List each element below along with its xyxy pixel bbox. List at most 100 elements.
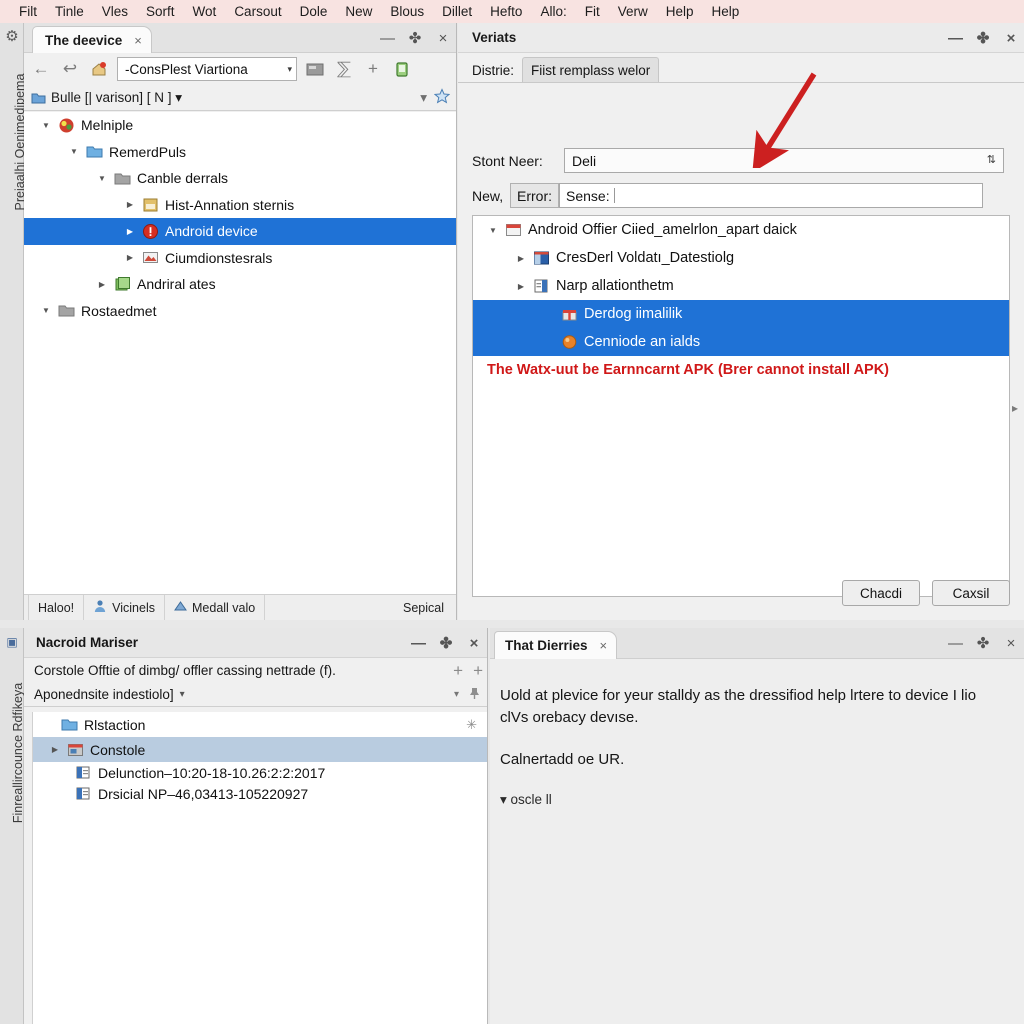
- status-cell-vicinels[interactable]: Vicinels: [84, 595, 165, 620]
- list-item[interactable]: ▶ Narp allationthetm: [473, 272, 1009, 300]
- twisty-right-icon[interactable]: ▶: [120, 200, 140, 209]
- tree-row-android-device[interactable]: ▶ Android device: [24, 218, 456, 245]
- close-icon[interactable]: ×: [436, 31, 450, 46]
- pin-icon[interactable]: ▣: [4, 634, 20, 650]
- twisty-right-icon[interactable]: ▶: [92, 280, 112, 289]
- twisty-down-icon[interactable]: ▼: [92, 174, 112, 183]
- tree-row[interactable]: ▼ Melniple: [24, 112, 456, 139]
- sense-input[interactable]: Sense:: [559, 183, 983, 208]
- star-icon[interactable]: [433, 88, 451, 107]
- tree-row[interactable]: ▼ Rostaedmet: [24, 298, 456, 325]
- pin-icon[interactable]: [468, 687, 481, 703]
- minimize-icon[interactable]: —: [380, 31, 395, 46]
- forward-arrow-icon[interactable]: ↩: [59, 58, 81, 80]
- close-icon[interactable]: ×: [467, 636, 481, 651]
- tree-row[interactable]: ▶ Ciumdionstesrals: [24, 245, 456, 272]
- tree-row[interactable]: ▼ RemerdPuls: [24, 139, 456, 166]
- status-cell-medall[interactable]: Medall valo: [165, 595, 266, 620]
- plus-icon[interactable]: +: [473, 661, 483, 681]
- tree-row[interactable]: Rlstaction ✳: [33, 712, 487, 737]
- bl-selector-text[interactable]: Aponednsite indestiolo]: [34, 687, 174, 702]
- tab-that-dierries[interactable]: That Dierries ×: [494, 631, 618, 659]
- bl-tree[interactable]: Rlstaction ✳ ▶ Constole Delunction–10:20…: [32, 712, 487, 1024]
- twisty-right-icon[interactable]: ▶: [511, 254, 531, 263]
- twisty-right-icon[interactable]: ▶: [511, 282, 531, 291]
- list-item-selected[interactable]: Derdog iimalilik: [473, 300, 1009, 328]
- breadcrumb[interactable]: Bulle [| varison] [ N ] ▾ ▾: [24, 85, 456, 111]
- tab-fiist-remplass-welor[interactable]: Fiist remplass welor: [522, 57, 660, 83]
- twisty-right-icon[interactable]: ▶: [120, 253, 140, 262]
- close-icon[interactable]: ×: [134, 33, 142, 48]
- maximize-icon[interactable]: ✤: [408, 31, 422, 46]
- plus-icon[interactable]: +: [453, 661, 463, 681]
- chevron-down-icon[interactable]: ▾: [180, 689, 185, 700]
- list-item-selected[interactable]: Cenniode an ialds: [473, 328, 1009, 356]
- twisty-right-icon[interactable]: ▶: [45, 745, 65, 754]
- tree-row[interactable]: ▶ Andriral ates: [24, 271, 456, 298]
- status-cell-sepical[interactable]: Sepical: [394, 595, 456, 620]
- spinner-icon[interactable]: ⇅: [987, 155, 996, 166]
- store-name-combo[interactable]: Deli ⇅: [564, 148, 1004, 173]
- menu-item-0[interactable]: Filt: [10, 4, 46, 19]
- chevron-down-icon[interactable]: ▾: [287, 64, 292, 75]
- gear-icon[interactable]: ✳: [466, 717, 487, 733]
- menu-item-1[interactable]: Tinle: [46, 4, 93, 19]
- maximize-icon[interactable]: ✤: [976, 636, 990, 651]
- tree-row[interactable]: Drsicial NP–46,03413-105220927: [33, 783, 487, 804]
- configuration-combo[interactable]: -ConsPlest Viartiona ▾: [117, 57, 297, 81]
- menu-item-7[interactable]: New: [336, 4, 381, 19]
- tree-row[interactable]: Delunction–10:20-18-10.26:2:2:2017: [33, 762, 487, 783]
- menu-item-14[interactable]: Help: [657, 4, 703, 19]
- rail-bottom-label[interactable]: Finreallircounce Rdfikeya: [11, 673, 25, 833]
- menu-item-13[interactable]: Verw: [609, 4, 657, 19]
- project-tree[interactable]: ▼ Melniple ▼ RemerdPuls ▼ Canble derrals…: [24, 112, 456, 594]
- minimize-icon[interactable]: —: [948, 31, 963, 46]
- twisty-down-icon[interactable]: ▼: [36, 306, 56, 315]
- chevron-down-icon[interactable]: ▾: [454, 689, 459, 700]
- menu-item-2[interactable]: Vles: [93, 4, 137, 19]
- plus-icon[interactable]: +: [362, 58, 384, 80]
- home-icon[interactable]: [88, 58, 110, 80]
- tree-row[interactable]: ▶ Hist-Annation sternis: [24, 192, 456, 219]
- menu-item-4[interactable]: Wot: [184, 4, 226, 19]
- tree-row-constole[interactable]: ▶ Constole: [33, 737, 487, 762]
- back-arrow-icon[interactable]: ←: [30, 58, 52, 80]
- menu-item-9[interactable]: Dillet: [433, 4, 481, 19]
- menu-item-6[interactable]: Dole: [291, 4, 337, 19]
- minimize-icon[interactable]: —: [411, 636, 426, 651]
- menu-item-10[interactable]: Hefto: [481, 4, 531, 19]
- close-icon[interactable]: ×: [1004, 31, 1018, 46]
- tab-distrie[interactable]: Distrie:: [464, 57, 523, 83]
- br-paragraph-3[interactable]: ▾ oscle ll: [500, 790, 1008, 810]
- close-icon[interactable]: ×: [600, 638, 608, 653]
- menu-item-15[interactable]: Help: [703, 4, 749, 19]
- list-item[interactable]: ▼ Android Offier Ciied_amelrlon_apart da…: [473, 216, 1009, 244]
- minimize-icon[interactable]: —: [948, 636, 963, 651]
- list-item[interactable]: ▶ CresDerl Voldatı_Datestiolg: [473, 244, 1009, 272]
- dialog-device-list[interactable]: ▼ Android Offier Ciied_amelrlon_apart da…: [472, 215, 1010, 597]
- maximize-icon[interactable]: ✤: [439, 636, 453, 651]
- gear-icon[interactable]: ⚙: [4, 29, 20, 45]
- menu-item-5[interactable]: Carsout: [225, 4, 290, 19]
- twisty-down-icon[interactable]: ▼: [483, 226, 503, 235]
- menu-item-3[interactable]: Sorft: [137, 4, 184, 19]
- tab-the-deevice[interactable]: The deevice ×: [32, 26, 152, 53]
- sort-icon[interactable]: ⅀: [333, 58, 355, 80]
- error-button[interactable]: Error:: [510, 183, 559, 208]
- collapse-right-icon[interactable]: ▸: [1008, 399, 1022, 417]
- menu-item-12[interactable]: Fit: [576, 4, 609, 19]
- menu-item-11[interactable]: Allo:: [531, 4, 575, 19]
- device-icon[interactable]: [391, 58, 413, 80]
- close-icon[interactable]: ×: [1004, 636, 1018, 651]
- confirm-button[interactable]: Chacdi: [842, 580, 920, 606]
- twisty-down-icon[interactable]: ▼: [64, 147, 84, 156]
- tree-row[interactable]: ▼ Canble derrals: [24, 165, 456, 192]
- menu-item-8[interactable]: Blous: [381, 4, 433, 19]
- cancel-button[interactable]: Caxsil: [932, 580, 1010, 606]
- chevron-down-icon[interactable]: ▾: [420, 90, 427, 106]
- maximize-icon[interactable]: ✤: [976, 31, 990, 46]
- twisty-right-icon[interactable]: ▶: [120, 227, 140, 236]
- card-icon[interactable]: [304, 58, 326, 80]
- twisty-down-icon[interactable]: ▼: [36, 121, 56, 130]
- status-cell-haloo[interactable]: Haloo!: [28, 595, 85, 620]
